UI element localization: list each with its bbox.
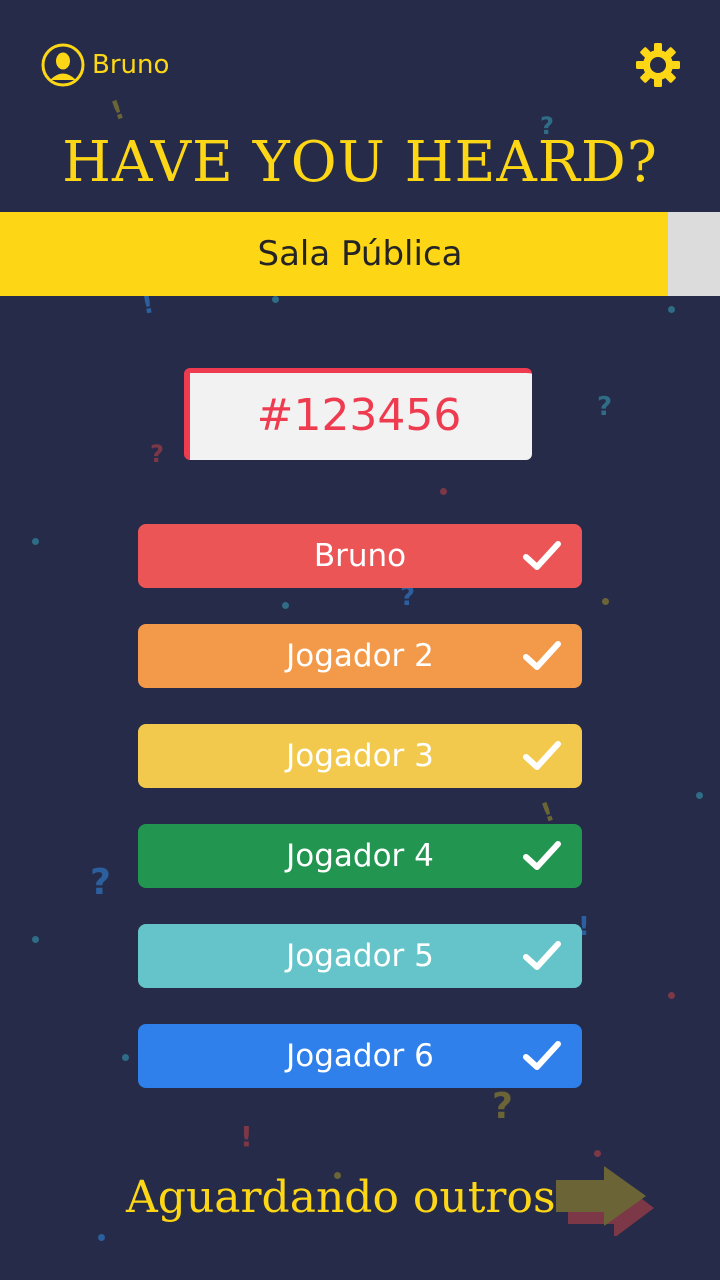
decor-dot — [696, 792, 703, 799]
decor-dot — [440, 488, 447, 495]
player-name: Jogador 2 — [286, 638, 434, 674]
gear-icon[interactable] — [634, 41, 682, 89]
arrow-right-icon[interactable] — [554, 1166, 654, 1236]
player-name: Jogador 6 — [286, 1038, 434, 1074]
room-label: Sala Pública — [257, 234, 463, 274]
player-row: Bruno — [138, 524, 582, 588]
game-title: HAVE YOU HEARD? — [62, 130, 658, 195]
check-icon — [523, 941, 561, 970]
decor-mark: ! — [107, 94, 129, 128]
check-icon — [523, 741, 561, 770]
decor-mark: ? — [492, 1086, 513, 1127]
player-row: Jogador 2 — [138, 624, 582, 688]
decor-dot — [282, 602, 289, 609]
avatar-icon — [41, 43, 85, 87]
player-name: Jogador 3 — [286, 738, 434, 774]
decor-dot — [602, 598, 609, 605]
decor-mark: ! — [240, 1120, 253, 1153]
player-row: Jogador 5 — [138, 924, 582, 988]
player-row: Jogador 4 — [138, 824, 582, 888]
decor-mark: ? — [597, 392, 613, 422]
decor-mark: ? — [90, 862, 111, 903]
player-name: Bruno — [313, 538, 407, 574]
user-name: Bruno — [92, 50, 170, 80]
decor-dot — [98, 1234, 105, 1241]
decor-dot — [594, 1150, 601, 1157]
check-icon — [523, 641, 561, 670]
check-icon — [523, 841, 561, 870]
decor-mark: ? — [150, 440, 164, 468]
decor-dot — [668, 992, 675, 999]
check-icon — [523, 541, 561, 570]
decor-dot — [32, 936, 39, 943]
decor-dot — [272, 296, 279, 303]
player-row: Jogador 6 — [138, 1024, 582, 1088]
user-profile[interactable]: Bruno — [40, 42, 169, 88]
decor-dot — [32, 538, 39, 545]
player-name: Jogador 4 — [286, 838, 434, 874]
waiting-status: Aguardando outros — [126, 1172, 556, 1223]
player-row: Jogador 3 — [138, 724, 582, 788]
decor-dot — [122, 1054, 129, 1061]
player-name: Jogador 5 — [286, 938, 434, 974]
decor-dot — [668, 306, 675, 313]
check-icon — [523, 1041, 561, 1070]
room-code: #123456 — [256, 390, 462, 441]
